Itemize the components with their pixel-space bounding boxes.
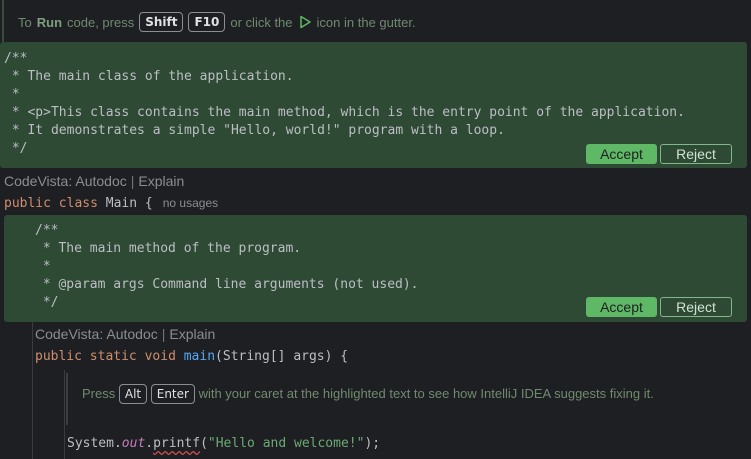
hint-press: Press bbox=[82, 386, 116, 401]
doc2-line: /** bbox=[35, 223, 59, 238]
hint-rest: with your caret at the highlighted text … bbox=[198, 386, 654, 401]
tip-prefix: To bbox=[18, 14, 32, 30]
tip-run-word: Run bbox=[36, 14, 63, 30]
printf-statement[interactable]: System.out.printf("Hello and welcome!"); bbox=[67, 436, 380, 451]
method-name: main bbox=[183, 349, 216, 364]
run-play-icon bbox=[299, 15, 311, 29]
shift-key: Shift bbox=[139, 12, 184, 32]
explain-link[interactable]: Explain bbox=[169, 326, 215, 342]
reject-button[interactable]: Reject bbox=[660, 144, 732, 164]
enter-key: Enter bbox=[150, 384, 195, 404]
method-declaration: public static void main(String[] args) { bbox=[35, 349, 348, 364]
out-field: out bbox=[121, 436, 146, 451]
doc2-line: */ bbox=[35, 295, 59, 310]
explain-link[interactable]: Explain bbox=[138, 173, 184, 189]
codevista-actions-class: CodeVista: Autodoc | Explain bbox=[4, 173, 185, 189]
tip-suffix1: or click the bbox=[230, 14, 293, 30]
paren-close: ); bbox=[364, 436, 381, 451]
accept-button[interactable]: Accept bbox=[586, 144, 657, 164]
doc2-line: * @param args Command line arguments (no… bbox=[35, 277, 419, 292]
doc-suggestion-class: /** * The main class of the application.… bbox=[0, 42, 747, 168]
intention-hint: Press Alt Enter with your caret at the h… bbox=[66, 373, 708, 425]
kw-public: public bbox=[4, 196, 51, 211]
tip-middle: code, press bbox=[67, 14, 135, 30]
doc1-line: * It demonstrates a simple "Hello, world… bbox=[4, 123, 505, 138]
printf-method[interactable]: printf bbox=[153, 436, 200, 451]
doc-suggestion-method: /** * The main method of the program. * … bbox=[4, 215, 747, 322]
indent-guide-inner bbox=[64, 370, 65, 459]
reject-button[interactable]: Reject bbox=[660, 297, 732, 317]
run-tip-banner: To Run code, press Shift F10 or click th… bbox=[0, 0, 751, 42]
method-params: (String[] args) { bbox=[215, 349, 349, 364]
kw-static: static bbox=[89, 349, 137, 364]
doc2-line: * The main method of the program. bbox=[35, 241, 302, 256]
alt-key: Alt bbox=[118, 384, 148, 404]
f10-key: F10 bbox=[188, 12, 226, 32]
paren-open: ( bbox=[200, 436, 208, 451]
doc1-line: * bbox=[4, 87, 20, 102]
run-tip-text: To Run code, press Shift F10 or click th… bbox=[18, 12, 416, 32]
codevista-brand: CodeVista: bbox=[35, 326, 104, 342]
autodoc-link[interactable]: Autodoc bbox=[75, 173, 126, 189]
hint-text: Press Alt Enter with your caret at the h… bbox=[82, 383, 692, 404]
tip-gutter-bar bbox=[2, 0, 4, 42]
doc1-line: * The main class of the application. bbox=[4, 69, 294, 84]
doc1-line: */ bbox=[4, 141, 28, 156]
doc2-line: * bbox=[35, 259, 51, 274]
kw-class: class bbox=[58, 196, 98, 211]
kw-void: void bbox=[144, 349, 176, 364]
dot: . bbox=[145, 436, 154, 451]
accept-button[interactable]: Accept bbox=[586, 297, 657, 317]
autodoc-link[interactable]: Autodoc bbox=[106, 326, 157, 342]
doc1-line: * <p>This class contains the main method… bbox=[4, 105, 685, 120]
doc1-line: /** bbox=[4, 51, 28, 66]
string-literal: "Hello and welcome!" bbox=[207, 436, 365, 451]
class-name: Main bbox=[105, 196, 138, 211]
system-ref: System. bbox=[67, 436, 122, 451]
codevista-brand: CodeVista: bbox=[4, 173, 73, 189]
indent-guide bbox=[32, 322, 33, 459]
class-brace: { bbox=[144, 196, 153, 211]
usages-hint[interactable]: no usages bbox=[163, 196, 218, 210]
codevista-actions-method: CodeVista: Autodoc | Explain bbox=[35, 326, 216, 342]
tip-suffix2: icon in the gutter. bbox=[316, 14, 416, 30]
kw-public: public bbox=[35, 349, 82, 364]
class-declaration: public class Main { no usages bbox=[4, 196, 218, 211]
